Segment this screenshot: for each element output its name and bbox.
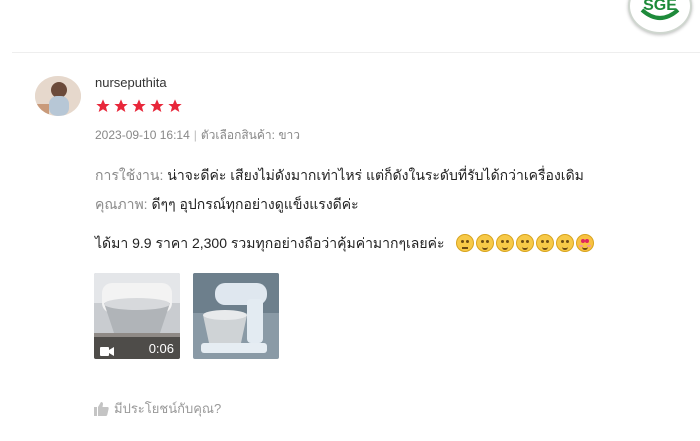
star-icon (96, 99, 110, 112)
thumbs-up-icon (94, 401, 109, 416)
variation-value: ขาว (278, 128, 300, 142)
heart-eyes-face-icon (576, 234, 595, 253)
video-camera-icon (100, 344, 114, 356)
header-divider (12, 52, 700, 53)
star-rating (95, 98, 183, 114)
review-video-thumbnail[interactable]: 0:06 (94, 273, 180, 359)
smiling-face-icon (496, 234, 515, 253)
brand-logo: SGE (628, 0, 692, 34)
usage-text: น่าจะดีค่ะ เสียงไม่ดังมากเท่าไหร่ แต่ก็ด… (167, 167, 584, 183)
usage-line: การใช้งาน: น่าจะดีค่ะ เสียงไม่ดังมากเท่า… (95, 165, 584, 187)
comment-line: ได้มา 9.9 ราคา 2,300 รวมทุกอย่างถือว่าคุ… (95, 233, 595, 255)
star-icon (132, 99, 146, 112)
review-image-thumbnail[interactable] (193, 273, 279, 359)
smiling-face-icon (516, 234, 535, 253)
smiling-face-icon (536, 234, 555, 253)
star-icon (114, 99, 128, 112)
neutral-face-icon (456, 234, 475, 253)
smiling-face-icon (476, 234, 495, 253)
quality-label: คุณภาพ: (95, 196, 148, 212)
helpful-button[interactable]: มีประโยชน์กับคุณ? (94, 398, 221, 419)
star-icon (150, 99, 164, 112)
review-datetime: 2023-09-10 16:14 (95, 128, 190, 142)
variation-label: ตัวเลือกสินค้า: (200, 128, 275, 142)
quality-text: ดีๆๆ อุปกรณ์ทุกอย่างดูแข็งแรงดีค่ะ (151, 196, 359, 212)
helpful-label: มีประโยชน์กับคุณ? (114, 401, 222, 416)
usage-label: การใช้งาน: (95, 167, 164, 183)
star-icon (168, 99, 182, 112)
video-duration: 0:06 (148, 340, 174, 356)
video-overlay: 0:06 (94, 337, 180, 359)
meta-separator: | (193, 128, 197, 142)
review-meta: 2023-09-10 16:14 | ตัวเลือกสินค้า: ขาว (95, 126, 300, 145)
smiling-face-icon (556, 234, 575, 253)
avatar[interactable] (35, 76, 81, 116)
emoji-row (456, 234, 595, 253)
quality-line: คุณภาพ: ดีๆๆ อุปกรณ์ทุกอย่างดูแข็งแรงดีค… (95, 194, 359, 216)
review-comment: ได้มา 9.9 ราคา 2,300 รวมทุกอย่างถือว่าคุ… (95, 235, 445, 251)
logo-text: SGE (643, 0, 677, 14)
reviewer-username[interactable]: nurseputhita (95, 75, 167, 90)
